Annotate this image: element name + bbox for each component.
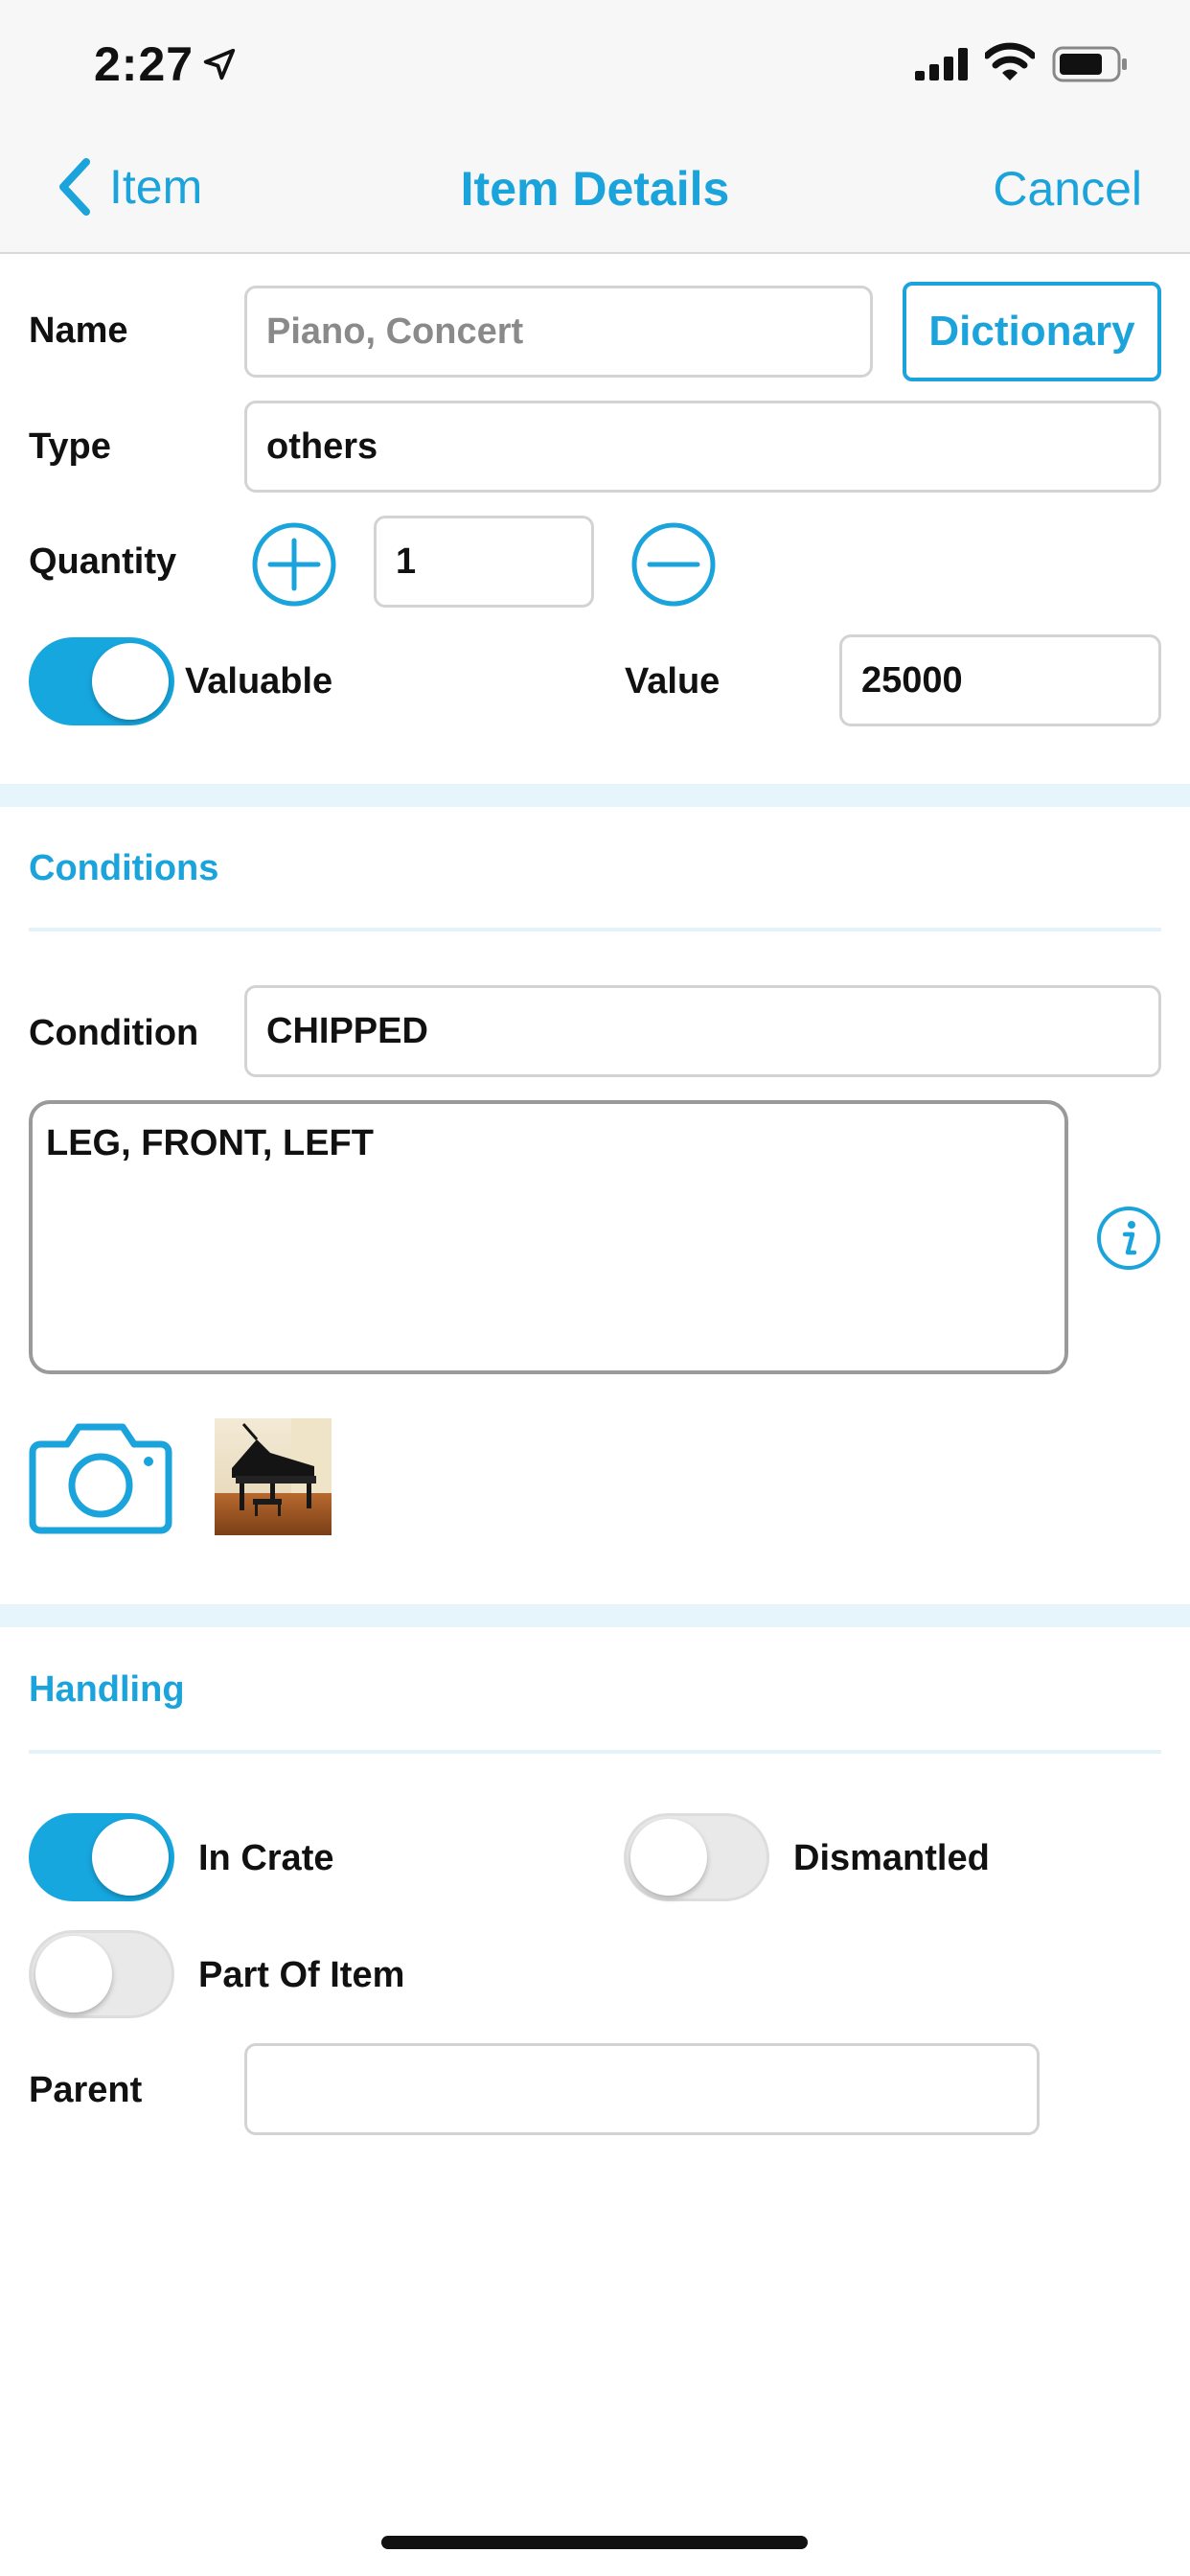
wifi-icon xyxy=(985,42,1035,80)
conditions-section-title: Conditions xyxy=(29,848,219,888)
in-crate-label: In Crate xyxy=(198,1838,334,1878)
toggle-knob xyxy=(630,1819,707,1896)
value-field[interactable]: 25000 xyxy=(839,634,1161,726)
condition-field[interactable]: CHIPPED xyxy=(244,985,1161,1077)
type-field[interactable]: others xyxy=(244,401,1161,493)
minus-circle-icon[interactable] xyxy=(630,521,717,608)
part-of-item-toggle[interactable] xyxy=(29,1930,174,2018)
condition-label: Condition xyxy=(29,1013,199,1053)
condition-value: CHIPPED xyxy=(266,1010,428,1051)
parent-field[interactable] xyxy=(244,2043,1040,2135)
condition-notes-textarea[interactable]: LEG, FRONT, LEFT xyxy=(29,1100,1068,1374)
part-of-item-label: Part Of Item xyxy=(198,1955,405,1995)
in-crate-toggle[interactable] xyxy=(29,1813,174,1901)
section-divider xyxy=(0,784,1190,807)
name-field[interactable]: Piano, Concert xyxy=(244,286,873,378)
section-divider xyxy=(0,1604,1190,1627)
quantity-field[interactable]: 1 xyxy=(374,516,594,608)
battery-icon xyxy=(1052,46,1127,82)
section-rule xyxy=(29,928,1161,932)
name-label: Name xyxy=(29,310,128,351)
info-icon[interactable] xyxy=(1096,1206,1161,1271)
cancel-button[interactable]: Cancel xyxy=(993,161,1142,217)
dismantled-label: Dismantled xyxy=(793,1838,990,1878)
value-amount: 25000 xyxy=(861,659,963,701)
toggle-knob xyxy=(92,1819,169,1896)
valuable-label: Valuable xyxy=(185,661,333,702)
quantity-label: Quantity xyxy=(29,541,177,582)
cellular-signal-icon xyxy=(915,48,968,80)
dictionary-button[interactable]: Dictionary xyxy=(903,282,1161,381)
grand-piano-photo[interactable] xyxy=(215,1418,332,1535)
valuable-toggle[interactable] xyxy=(29,637,174,725)
parent-label: Parent xyxy=(29,2070,143,2110)
toggle-knob xyxy=(92,643,169,720)
value-label: Value xyxy=(625,661,721,702)
location-arrow-icon xyxy=(203,48,236,80)
plus-circle-icon[interactable] xyxy=(251,521,337,608)
quantity-value: 1 xyxy=(396,540,417,582)
toggle-knob xyxy=(35,1936,112,2012)
name-placeholder: Piano, Concert xyxy=(266,310,524,352)
home-indicator xyxy=(381,2536,808,2549)
status-time: 2:27 xyxy=(94,37,195,91)
dismantled-toggle[interactable] xyxy=(624,1813,769,1901)
handling-section-title: Handling xyxy=(29,1669,185,1710)
type-value: others xyxy=(266,426,378,467)
section-rule xyxy=(29,1750,1161,1754)
camera-icon[interactable] xyxy=(29,1421,172,1534)
type-label: Type xyxy=(29,426,111,467)
